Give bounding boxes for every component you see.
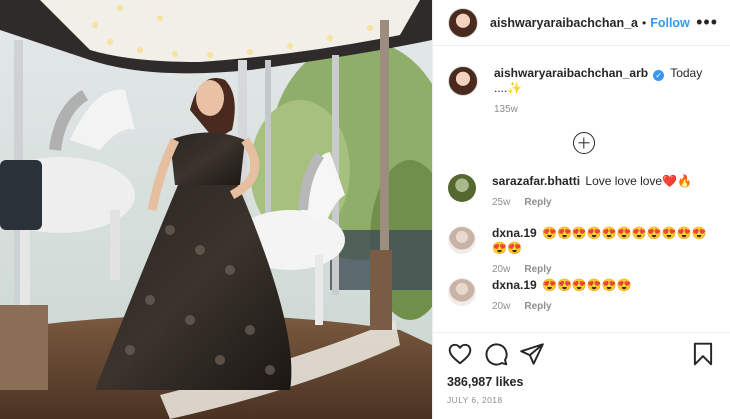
share-icon[interactable] xyxy=(519,341,545,367)
comment-item: sarazafar.bhatti Love love love❤️🔥 25w R… xyxy=(448,174,712,208)
reply-button[interactable]: Reply xyxy=(524,264,551,275)
comment-text: Love love love❤️🔥 xyxy=(585,174,692,188)
comment-age[interactable]: 20w xyxy=(492,264,510,275)
comment-age[interactable]: 20w xyxy=(492,301,510,312)
bookmark-icon[interactable] xyxy=(690,341,716,367)
caption-username[interactable]: aishwaryaraibachchan_arb xyxy=(494,66,648,80)
like-count[interactable]: 386,987 likes xyxy=(447,375,716,389)
caption-age[interactable]: 135w xyxy=(494,104,518,115)
comment-avatar[interactable] xyxy=(448,278,476,306)
more-options-icon[interactable]: ••• xyxy=(696,12,718,33)
heart-icon[interactable] xyxy=(447,341,473,367)
post-header: aishwaryaraibachchan_arb • Follow ••• xyxy=(433,0,730,46)
separator-dot: • xyxy=(642,15,647,30)
load-more-comments-button[interactable] xyxy=(573,132,595,154)
comment-age[interactable]: 25w xyxy=(492,197,510,208)
comment-avatar[interactable] xyxy=(448,174,476,202)
post-photo[interactable] xyxy=(0,0,432,419)
post-actions: 386,987 likes JULY 6, 2018 xyxy=(433,332,730,405)
comment-username[interactable]: dxna.19 xyxy=(492,226,537,240)
post-date[interactable]: JULY 6, 2018 xyxy=(447,395,716,405)
comment-icon[interactable] xyxy=(483,341,509,367)
comment-item: dxna.19 😍😍😍😍😍😍 20w Reply xyxy=(448,278,712,312)
follow-button[interactable]: Follow xyxy=(650,16,690,30)
comment-username[interactable]: dxna.19 xyxy=(492,278,537,292)
carousel-photo-illustration xyxy=(0,0,432,419)
caption: aishwaryaraibachchan_arb ✓ Today ....✨ 13… xyxy=(448,66,714,115)
comment-text: 😍😍😍😍😍😍 xyxy=(542,278,632,292)
author-username[interactable]: aishwaryaraibachchan_arb xyxy=(490,16,638,30)
author-avatar[interactable] xyxy=(448,7,478,38)
reply-button[interactable]: Reply xyxy=(524,301,551,312)
comments-list: aishwaryaraibachchan_arb ✓ Today ....✨ 13… xyxy=(433,46,730,332)
verified-icon: ✓ xyxy=(653,70,665,81)
comment-item: dxna.19 😍😍😍😍😍😍😍😍😍😍😍😍😍 20w Reply xyxy=(448,226,712,275)
caption-avatar[interactable] xyxy=(448,66,478,96)
comment-username[interactable]: sarazafar.bhatti xyxy=(492,174,580,188)
reply-button[interactable]: Reply xyxy=(524,197,551,208)
comment-avatar[interactable] xyxy=(448,226,476,254)
post-sidebar: aishwaryaraibachchan_arb • Follow ••• ai… xyxy=(432,0,730,419)
